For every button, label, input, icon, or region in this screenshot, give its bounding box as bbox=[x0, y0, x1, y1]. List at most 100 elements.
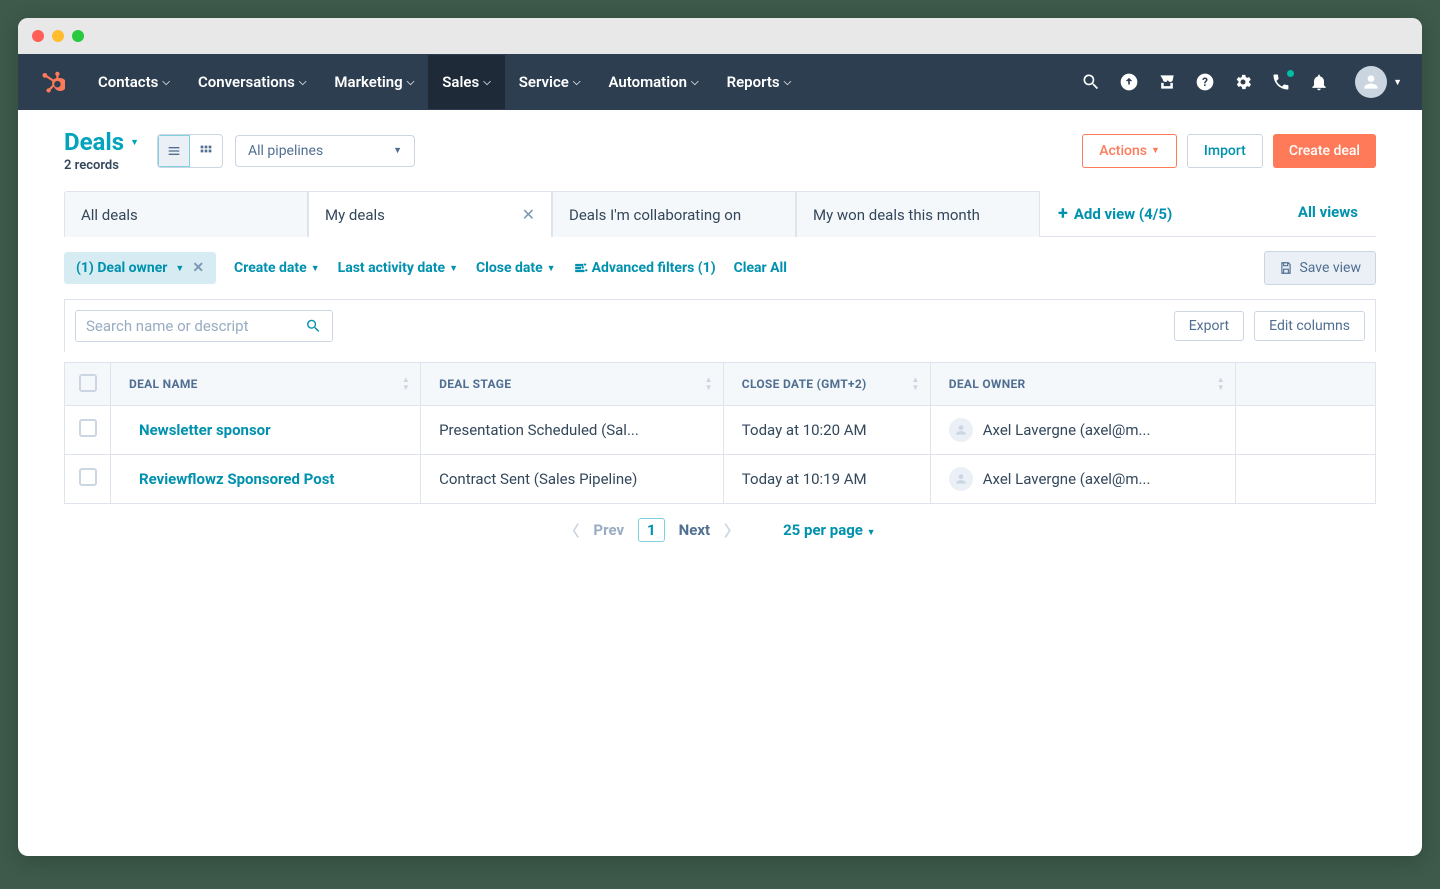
cell-stage: Contract Sent (Sales Pipeline) bbox=[421, 455, 724, 504]
filters-bar: (1) Deal owner ▼ ✕ Create date ▼ Last act… bbox=[64, 237, 1376, 299]
tab-all-deals[interactable]: All deals bbox=[64, 191, 308, 237]
deals-table: DEAL NAME▲▼ DEAL STAGE▲▼ CLOSE DATE (GMT… bbox=[64, 362, 1376, 504]
cell-close-date: Today at 10:19 AM bbox=[723, 455, 930, 504]
search-input[interactable] bbox=[86, 317, 305, 335]
nav-items: Contacts⌵Conversations⌵Marketing⌵Sales⌵S… bbox=[84, 55, 805, 109]
account-menu[interactable]: ▼ bbox=[1355, 66, 1402, 98]
user-avatar-icon bbox=[949, 467, 973, 491]
minimize-window-icon[interactable] bbox=[52, 30, 64, 42]
actions-button[interactable]: Actions▼ bbox=[1082, 134, 1177, 168]
nav-item-sales[interactable]: Sales⌵ bbox=[428, 55, 505, 109]
chevron-down-icon: ⌵ bbox=[784, 77, 792, 88]
search-icon[interactable] bbox=[1081, 72, 1101, 92]
column-header-stage[interactable]: DEAL STAGE▲▼ bbox=[421, 363, 724, 406]
chevron-down-icon: ▼ bbox=[1393, 77, 1402, 88]
nav-item-automation[interactable]: Automation⌵ bbox=[594, 55, 712, 109]
create-deal-button[interactable]: Create deal bbox=[1273, 134, 1376, 168]
nav-item-service[interactable]: Service⌵ bbox=[505, 55, 595, 109]
top-nav: Contacts⌵Conversations⌵Marketing⌵Sales⌵S… bbox=[18, 54, 1422, 110]
all-views-link[interactable]: All views bbox=[1280, 191, 1376, 236]
user-avatar-icon bbox=[949, 418, 973, 442]
table-row: Newsletter sponsorPresentation Scheduled… bbox=[65, 406, 1376, 455]
advanced-filters-button[interactable]: Advanced filters (1) bbox=[574, 260, 716, 276]
nav-item-contacts[interactable]: Contacts⌵ bbox=[84, 55, 184, 109]
pagination: 〈 Prev 1 Next 〉 25 per page ▼ bbox=[64, 504, 1376, 556]
chevron-down-icon: ⌵ bbox=[573, 77, 581, 88]
pipeline-select[interactable]: All pipelines ▼ bbox=[235, 135, 415, 167]
save-icon bbox=[1279, 261, 1293, 275]
column-header-close-date[interactable]: CLOSE DATE (GMT+2)▲▼ bbox=[723, 363, 930, 406]
row-checkbox[interactable] bbox=[79, 419, 97, 437]
settings-icon[interactable] bbox=[1233, 72, 1253, 92]
cell-owner: Axel Lavergne (axel@m... bbox=[930, 455, 1235, 504]
import-button[interactable]: Import bbox=[1187, 134, 1263, 168]
filter-close-date[interactable]: Close date ▼ bbox=[476, 260, 556, 276]
current-page[interactable]: 1 bbox=[638, 518, 665, 542]
board-view-button[interactable] bbox=[190, 135, 222, 167]
select-all-checkbox[interactable] bbox=[79, 374, 97, 392]
tab-deals-i-m-collaborating-on[interactable]: Deals I'm collaborating on bbox=[552, 191, 796, 237]
filter-pill-deal-owner[interactable]: (1) Deal owner ▼ ✕ bbox=[64, 252, 216, 284]
cell-owner: Axel Lavergne (axel@m... bbox=[930, 406, 1235, 455]
chevron-down-icon: ⌵ bbox=[691, 77, 699, 88]
chevron-down-icon: ▼ bbox=[449, 263, 458, 274]
search-box bbox=[75, 310, 333, 342]
svg-text:?: ? bbox=[1202, 75, 1208, 89]
save-view-button[interactable]: Save view bbox=[1264, 251, 1376, 285]
per-page-select[interactable]: 25 per page ▼ bbox=[783, 521, 876, 539]
chevron-down-icon: ▼ bbox=[130, 137, 139, 148]
sort-icon: ▲▼ bbox=[912, 376, 920, 392]
sliders-icon bbox=[574, 261, 588, 275]
cell-empty bbox=[1236, 406, 1376, 455]
toolbar-row: Export Edit columns bbox=[64, 299, 1376, 352]
add-view-button[interactable]: + Add view (4/5) bbox=[1040, 191, 1190, 236]
deal-name-link[interactable]: Newsletter sponsor bbox=[129, 421, 271, 439]
chevron-down-icon: ▼ bbox=[867, 528, 876, 538]
chevron-down-icon: ▼ bbox=[311, 263, 320, 274]
chevron-down-icon: ▼ bbox=[1151, 145, 1160, 156]
main-content: Deals ▼ 2 records All pipelines ▼ Action… bbox=[18, 110, 1422, 556]
row-checkbox[interactable] bbox=[79, 468, 97, 486]
next-page-button[interactable]: Next bbox=[679, 521, 710, 539]
edit-columns-button[interactable]: Edit columns bbox=[1254, 311, 1365, 341]
calling-icon[interactable] bbox=[1271, 72, 1291, 92]
notifications-icon[interactable] bbox=[1309, 72, 1329, 92]
maximize-window-icon[interactable] bbox=[72, 30, 84, 42]
column-header-name[interactable]: DEAL NAME▲▼ bbox=[111, 363, 421, 406]
chevron-down-icon: ⌵ bbox=[299, 77, 307, 88]
export-button[interactable]: Export bbox=[1174, 311, 1244, 341]
remove-filter-icon[interactable]: ✕ bbox=[192, 260, 204, 276]
clear-all-filters[interactable]: Clear All bbox=[734, 260, 787, 276]
search-icon[interactable] bbox=[305, 317, 322, 335]
page-title: Deals bbox=[64, 128, 124, 156]
filter-create-date[interactable]: Create date ▼ bbox=[234, 260, 320, 276]
sort-icon: ▲▼ bbox=[705, 376, 713, 392]
nav-item-conversations[interactable]: Conversations⌵ bbox=[184, 55, 320, 109]
plus-icon: + bbox=[1058, 203, 1068, 224]
list-view-button[interactable] bbox=[158, 135, 190, 167]
tab-my-won-deals-this-month[interactable]: My won deals this month bbox=[796, 191, 1040, 237]
prev-page-button[interactable]: Prev bbox=[593, 521, 624, 539]
filter-last-activity-date[interactable]: Last activity date ▼ bbox=[338, 260, 458, 276]
prev-page-chevron[interactable]: 〈 bbox=[564, 520, 579, 541]
marketplace-icon[interactable] bbox=[1157, 72, 1177, 92]
object-switcher[interactable]: Deals ▼ bbox=[64, 128, 139, 156]
nav-item-reports[interactable]: Reports⌵ bbox=[713, 55, 806, 109]
mac-titlebar bbox=[18, 18, 1422, 54]
view-tabs: All dealsMy deals✕Deals I'm collaboratin… bbox=[64, 191, 1376, 237]
hubspot-logo-icon[interactable] bbox=[38, 68, 66, 96]
next-page-chevron[interactable]: 〉 bbox=[724, 520, 739, 541]
help-icon[interactable]: ? bbox=[1195, 72, 1215, 92]
upgrade-icon[interactable] bbox=[1119, 72, 1139, 92]
close-window-icon[interactable] bbox=[32, 30, 44, 42]
avatar-icon bbox=[1355, 66, 1387, 98]
column-header-owner[interactable]: DEAL OWNER▲▼ bbox=[930, 363, 1235, 406]
tab-close-icon[interactable]: ✕ bbox=[522, 205, 535, 224]
tab-my-deals[interactable]: My deals✕ bbox=[308, 191, 552, 237]
sort-icon: ▲▼ bbox=[1217, 376, 1225, 392]
deal-name-link[interactable]: Reviewflowz Sponsored Post bbox=[129, 470, 335, 488]
nav-item-marketing[interactable]: Marketing⌵ bbox=[320, 55, 428, 109]
chevron-down-icon: ⌵ bbox=[407, 77, 415, 88]
page-header: Deals ▼ 2 records All pipelines ▼ Action… bbox=[64, 128, 1376, 173]
view-toggle bbox=[157, 134, 223, 168]
